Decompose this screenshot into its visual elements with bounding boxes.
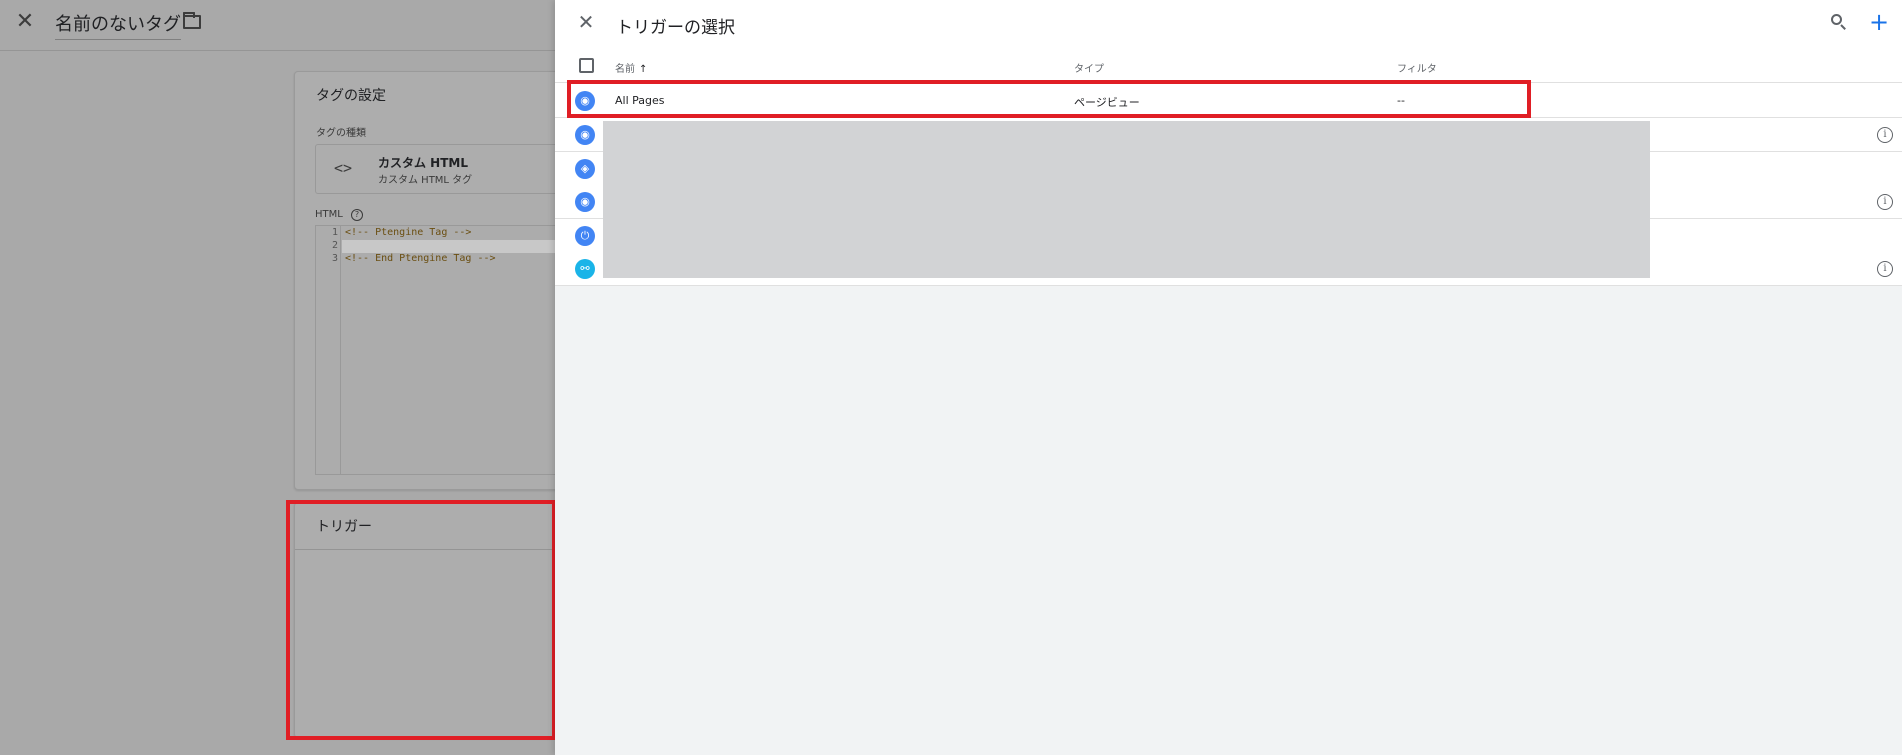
column-name-label: 名前: [615, 64, 635, 75]
power-icon: ⏻: [575, 226, 595, 246]
help-icon[interactable]: ?: [351, 209, 363, 221]
close-icon[interactable]: ✕: [575, 11, 597, 33]
tag-config-title: タグの設定: [316, 88, 386, 104]
eye-icon: ◉: [575, 125, 595, 145]
close-icon[interactable]: ✕: [14, 11, 36, 33]
tag-type-name: カスタム HTML: [378, 156, 468, 170]
tag-name-title[interactable]: 名前のないタグ: [55, 10, 181, 40]
search-icon[interactable]: [1831, 14, 1847, 30]
tag-type-label: タグの種類: [316, 128, 366, 139]
tag-type-selector[interactable]: <> カスタム HTML カスタム HTML タグ: [315, 144, 561, 194]
add-trigger-button[interactable]: +: [1869, 8, 1889, 36]
table-header: 名前 ↑ タイプ フィルタ: [555, 54, 1902, 83]
html-code-editor[interactable]: 1 2 3 <!-- Ptengine Tag --> <!-- End Pte…: [315, 225, 562, 475]
eye-icon: ◉: [575, 192, 595, 212]
html-label: HTML: [315, 209, 343, 220]
column-header-name[interactable]: 名前 ↑: [615, 60, 647, 75]
sort-arrow-icon: ↑: [639, 64, 648, 75]
info-icon[interactable]: i: [1877, 127, 1893, 143]
trigger-list-area: ✕ トリガーの選択 + 名前 ↑ タイプ フィルタ ◉ All Pages ページ…: [555, 0, 1902, 286]
select-all-checkbox[interactable]: [579, 58, 594, 73]
highlight-box-trigger-card: [286, 500, 556, 740]
link-icon: ⚯: [575, 259, 595, 279]
folder-icon[interactable]: [183, 12, 201, 29]
column-header-filter[interactable]: フィルタ: [1397, 60, 1437, 75]
code-line: <!-- End Ptengine Tag -->: [345, 253, 496, 264]
info-icon[interactable]: i: [1877, 261, 1893, 277]
active-line-highlight: [342, 240, 562, 253]
code-icon: <>: [334, 159, 353, 177]
code-line: <!-- Ptengine Tag -->: [345, 227, 472, 238]
highlight-box-all-pages: [567, 80, 1531, 118]
info-icon[interactable]: i: [1877, 194, 1893, 210]
tag-config-card[interactable]: タグの設定 タグの種類 <> カスタム HTML カスタム HTML タグ HT…: [294, 71, 562, 490]
line-number: 3: [331, 253, 338, 264]
tag-type-description: カスタム HTML タグ: [378, 175, 473, 186]
redacted-area: [603, 121, 1650, 278]
line-number: 1: [331, 227, 338, 238]
line-number: 2: [331, 240, 338, 251]
shield-icon: ◈: [575, 159, 595, 179]
column-header-type[interactable]: タイプ: [1074, 60, 1104, 75]
panel-title: トリガーの選択: [616, 18, 735, 38]
